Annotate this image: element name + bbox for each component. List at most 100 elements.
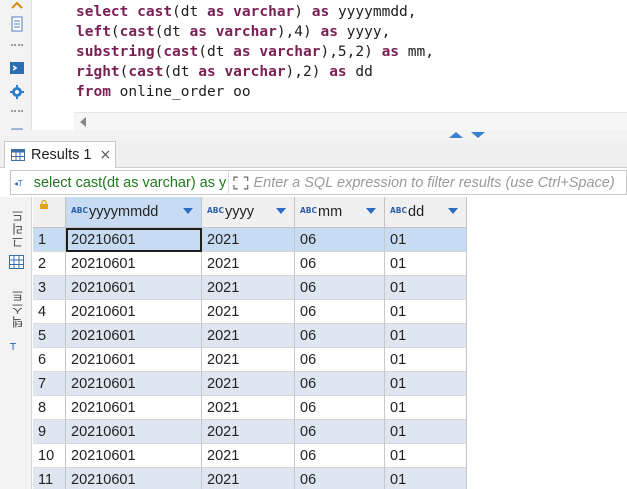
cell-yyyy[interactable]: 2021: [202, 444, 295, 468]
sql-keyword: as: [311, 4, 330, 20]
cell-dd[interactable]: 01: [385, 252, 467, 276]
panel-sash[interactable]: [0, 130, 627, 140]
column-header-yyyy[interactable]: ABC yyyy: [202, 197, 295, 228]
close-icon[interactable]: ×: [99, 147, 111, 163]
editor-horizontal-scrollbar[interactable]: [74, 112, 627, 130]
scroll-left-icon[interactable]: [80, 117, 86, 127]
table-row[interactable]: 8 20210601 2021 06 01: [33, 396, 467, 420]
code-line[interactable]: substring(cast(dt as varchar),5,2) as mm…: [76, 42, 434, 62]
cell-yyyymmdd[interactable]: 20210601: [66, 228, 202, 252]
grid-icon[interactable]: [9, 255, 24, 269]
row-number[interactable]: 10: [33, 444, 66, 468]
cell-mm[interactable]: 06: [295, 300, 385, 324]
cell-dd[interactable]: 01: [385, 348, 467, 372]
cell-dd[interactable]: 01: [385, 444, 467, 468]
cell-yyyymmdd[interactable]: 20210601: [66, 444, 202, 468]
text-view-icon[interactable]: T: [9, 339, 24, 353]
cell-mm[interactable]: 06: [295, 468, 385, 489]
cell-yyyy[interactable]: 2021: [202, 324, 295, 348]
column-menu-icon[interactable]: [366, 208, 376, 214]
cell-dd[interactable]: 01: [385, 276, 467, 300]
cell-yyyymmdd[interactable]: 20210601: [66, 372, 202, 396]
console-icon[interactable]: [9, 60, 25, 76]
cell-dd[interactable]: 01: [385, 300, 467, 324]
row-number[interactable]: 5: [33, 324, 66, 348]
grid-corner[interactable]: [33, 197, 66, 228]
document-icon[interactable]: [9, 16, 25, 32]
table-row[interactable]: 5 20210601 2021 06 01: [33, 324, 467, 348]
table-row[interactable]: 11 20210601 2021 06 01: [33, 468, 467, 489]
cell-yyyy[interactable]: 2021: [202, 228, 295, 252]
row-number[interactable]: 6: [33, 348, 66, 372]
cell-yyyymmdd[interactable]: 20210601: [66, 276, 202, 300]
cell-mm[interactable]: 06: [295, 444, 385, 468]
table-row[interactable]: 10 20210601 2021 06 01: [33, 444, 467, 468]
code-line[interactable]: left(cast(dt as varchar),4) as yyyy,: [76, 22, 390, 42]
sash-toggle-icon[interactable]: [449, 132, 485, 138]
expand-icon[interactable]: [232, 175, 250, 191]
cell-yyyy[interactable]: 2021: [202, 396, 295, 420]
table-row[interactable]: 7 20210601 2021 06 01: [33, 372, 467, 396]
table-row[interactable]: 6 20210601 2021 06 01: [33, 348, 467, 372]
cell-yyyymmdd[interactable]: 20210601: [66, 420, 202, 444]
code-line[interactable]: right(cast(dt as varchar),2) as dd: [76, 62, 373, 82]
cell-yyyymmdd[interactable]: 20210601: [66, 468, 202, 489]
row-number[interactable]: 7: [33, 372, 66, 396]
cell-mm[interactable]: 06: [295, 348, 385, 372]
filter-query-text[interactable]: select cast(dt as varchar) as yyyymmdd: [34, 175, 226, 191]
row-number[interactable]: 11: [33, 468, 66, 489]
filter-input[interactable]: [253, 172, 626, 193]
cell-dd[interactable]: 01: [385, 228, 467, 252]
cell-mm[interactable]: 06: [295, 324, 385, 348]
cell-mm[interactable]: 06: [295, 396, 385, 420]
column-header-yyyymmdd[interactable]: ABC yyyymmdd: [66, 197, 202, 228]
tab-grid[interactable]: 그리드: [9, 209, 26, 248]
column-menu-icon[interactable]: [276, 208, 286, 214]
cell-mm[interactable]: 06: [295, 276, 385, 300]
cell-dd[interactable]: 01: [385, 420, 467, 444]
cell-dd[interactable]: 01: [385, 372, 467, 396]
row-number[interactable]: 3: [33, 276, 66, 300]
tab-results-1[interactable]: Results 1 ×: [4, 141, 116, 168]
table-row[interactable]: 1 20210601 2021 06 01: [33, 228, 467, 252]
cell-dd[interactable]: 01: [385, 468, 467, 489]
row-number[interactable]: 4: [33, 300, 66, 324]
table-row[interactable]: 2 20210601 2021 06 01: [33, 252, 467, 276]
cell-yyyymmdd[interactable]: 20210601: [66, 324, 202, 348]
cell-yyyy[interactable]: 2021: [202, 372, 295, 396]
column-menu-icon[interactable]: [448, 208, 458, 214]
cell-yyyy[interactable]: 2021: [202, 420, 295, 444]
cell-yyyy[interactable]: 2021: [202, 348, 295, 372]
table-row[interactable]: 9 20210601 2021 06 01: [33, 420, 467, 444]
row-number[interactable]: 1: [33, 228, 66, 252]
column-header-mm[interactable]: ABC mm: [295, 197, 385, 228]
table-row[interactable]: 3 20210601 2021 06 01: [33, 276, 467, 300]
row-number[interactable]: 8: [33, 396, 66, 420]
filter-sql-icon[interactable]: ◂T: [14, 176, 30, 190]
cell-yyyymmdd[interactable]: 20210601: [66, 348, 202, 372]
chevron-up-icon[interactable]: [9, 0, 25, 16]
cell-mm[interactable]: 06: [295, 252, 385, 276]
cell-yyyy[interactable]: 2021: [202, 300, 295, 324]
tab-text[interactable]: 텍스트: [9, 289, 26, 328]
cell-yyyy[interactable]: 2021: [202, 276, 295, 300]
cell-yyyy[interactable]: 2021: [202, 252, 295, 276]
cell-yyyymmdd[interactable]: 20210601: [66, 252, 202, 276]
cell-yyyymmdd[interactable]: 20210601: [66, 300, 202, 324]
table-row[interactable]: 4 20210601 2021 06 01: [33, 300, 467, 324]
column-menu-icon[interactable]: [183, 208, 193, 214]
cell-yyyymmdd[interactable]: 20210601: [66, 396, 202, 420]
code-line[interactable]: select cast(dt as varchar) as yyyymmdd,: [76, 2, 417, 22]
column-header-dd[interactable]: ABC dd: [385, 197, 467, 228]
cell-mm[interactable]: 06: [295, 228, 385, 252]
cell-dd[interactable]: 01: [385, 324, 467, 348]
cell-mm[interactable]: 06: [295, 372, 385, 396]
cell-mm[interactable]: 06: [295, 420, 385, 444]
row-number[interactable]: 9: [33, 420, 66, 444]
sql-editor[interactable]: select cast(dt as varchar) as yyyymmdd, …: [74, 0, 627, 112]
code-line[interactable]: from online_order oo: [76, 82, 251, 102]
cell-dd[interactable]: 01: [385, 396, 467, 420]
row-number[interactable]: 2: [33, 252, 66, 276]
cell-yyyy[interactable]: 2021: [202, 468, 295, 489]
gear-icon[interactable]: [9, 84, 25, 100]
